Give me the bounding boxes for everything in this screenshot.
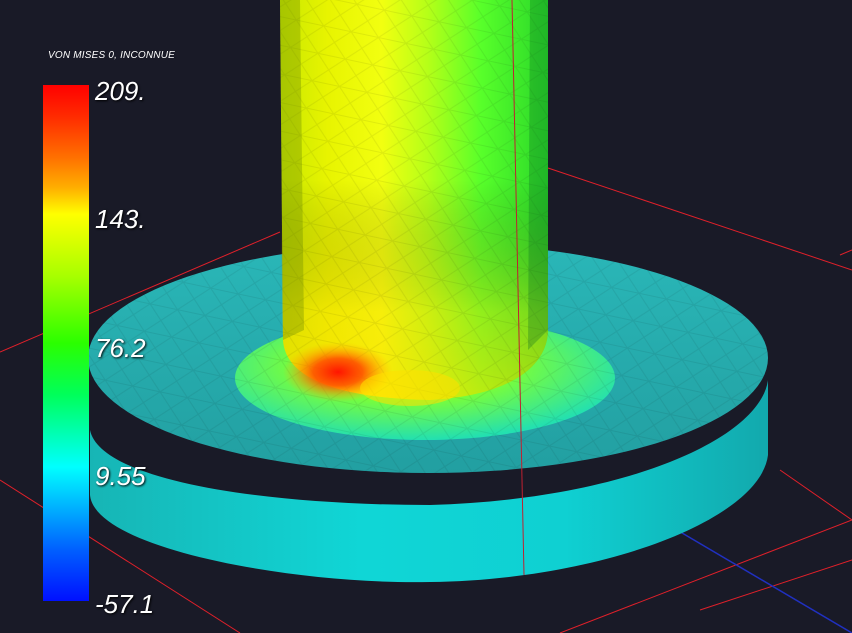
legend-title: VON MISES 0, INCONNUE	[48, 50, 175, 61]
legend-min-label: -57.1	[95, 589, 155, 619]
legend-max-label: 209.	[95, 76, 146, 106]
color-scale-bar	[43, 85, 89, 601]
legend-tick-label: 76.2	[95, 333, 146, 363]
axis-line-blue	[659, 519, 852, 633]
legend-tick-label: 143.	[95, 204, 146, 234]
legend-tick-label: 9.55	[95, 461, 146, 491]
3d-viewport[interactable]: VON MISES 0, INCONNUE 209. 143. 76.2 9.5…	[0, 0, 852, 633]
